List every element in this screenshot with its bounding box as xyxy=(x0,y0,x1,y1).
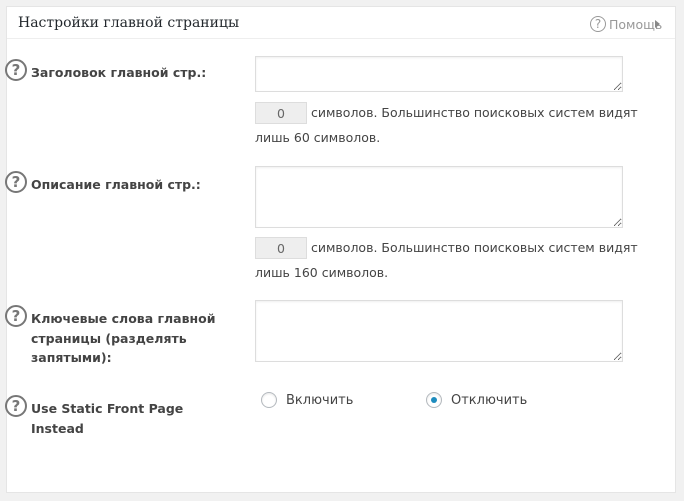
panel-title: Настройки главной страницы xyxy=(18,15,240,31)
home-title-note: символов. Большинство поисковых систем в… xyxy=(311,105,638,120)
keywords-label-line-2: страницы (разделять xyxy=(31,330,187,346)
panel-help-link[interactable]: ? Помощь xyxy=(590,16,662,32)
radio-checked-icon[interactable] xyxy=(426,392,442,408)
home-title-label: Заголовок главной стр.: xyxy=(31,65,207,80)
home-title-label-row: ? Заголовок главной стр.: xyxy=(5,59,206,83)
home-title-input[interactable] xyxy=(255,56,623,92)
keywords-label-line-3: запятыми): xyxy=(31,350,112,365)
home-description-counter xyxy=(255,237,307,259)
static-front-label: Use Static Front Page Instead xyxy=(31,399,183,438)
static-front-enable-radio[interactable]: Включить xyxy=(261,392,353,408)
static-front-disable-radio[interactable]: Отключить xyxy=(426,392,527,408)
help-circle-icon[interactable]: ? xyxy=(5,171,27,193)
radio-unchecked-icon[interactable] xyxy=(261,392,277,408)
enable-option-label: Включить xyxy=(286,392,354,408)
keywords-label-line-1: Ключевые слова главной xyxy=(31,311,216,326)
help-circle-icon[interactable]: ? xyxy=(5,59,27,81)
help-circle-icon[interactable]: ? xyxy=(5,395,27,417)
home-description-note: символов. Большинство поисковых систем в… xyxy=(311,240,638,255)
home-keywords-label-row: ? Ключевые слова главной страницы (разде… xyxy=(5,305,216,368)
static-front-label-row: ? Use Static Front Page Instead xyxy=(5,395,183,438)
home-description-note-limit: лишь 160 символов. xyxy=(255,265,389,280)
caret-icon[interactable] xyxy=(654,19,661,29)
home-description-label: Описание главной стр.: xyxy=(31,177,201,192)
home-keywords-input[interactable] xyxy=(255,300,623,362)
disable-option-label: Отключить xyxy=(451,392,528,408)
home-title-note-limit: лишь 60 символов. xyxy=(255,130,381,145)
home-description-label-row: ? Описание главной стр.: xyxy=(5,171,201,195)
home-keywords-label: Ключевые слова главной страницы (разделя… xyxy=(31,309,216,368)
panel-header: Настройки главной страницы ? Помощь xyxy=(7,7,675,39)
help-circle-icon[interactable]: ? xyxy=(5,305,27,327)
home-description-input[interactable] xyxy=(255,166,623,228)
home-title-counter xyxy=(255,102,307,124)
static-front-label-line-2: Instead xyxy=(31,420,84,436)
help-circle-icon: ? xyxy=(590,16,606,32)
static-front-label-line-1: Use Static Front Page xyxy=(31,401,184,416)
